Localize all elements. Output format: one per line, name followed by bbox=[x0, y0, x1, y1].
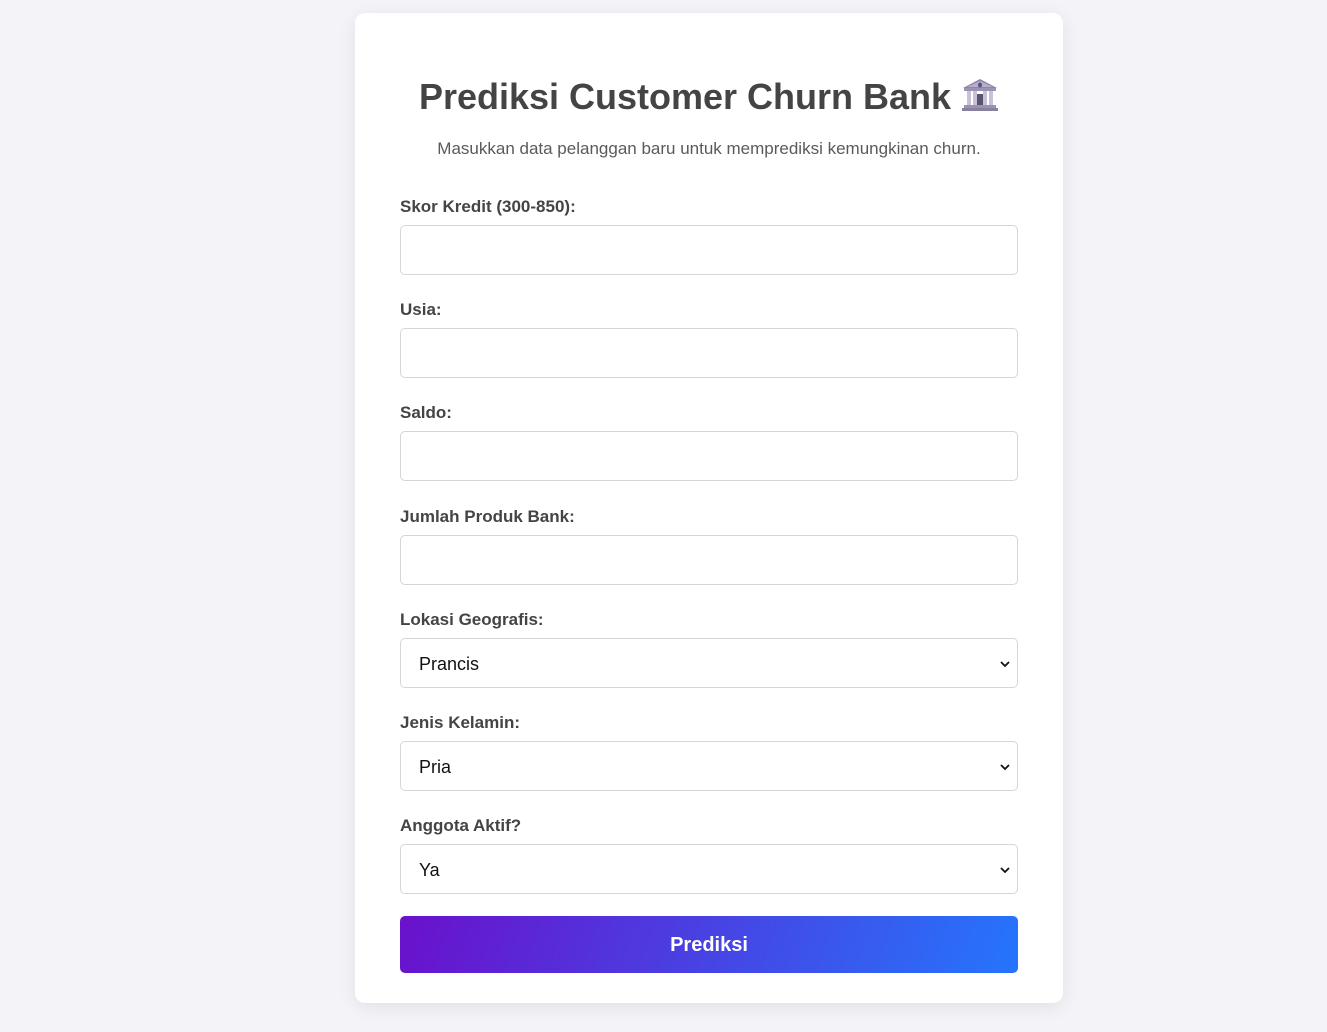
gender-select[interactable]: Pria bbox=[400, 741, 1018, 791]
balance-input[interactable] bbox=[400, 431, 1018, 481]
active-member-select[interactable]: Ya bbox=[400, 844, 1018, 894]
balance-label: Saldo: bbox=[400, 403, 452, 422]
geography-selected-value: Prancis bbox=[419, 654, 480, 674]
geography-label: Lokasi Geografis: bbox=[400, 610, 544, 629]
predict-button[interactable]: Prediksi bbox=[400, 916, 1018, 973]
active-member-selected-value: Ya bbox=[419, 860, 440, 880]
num-products-label: Jumlah Produk Bank: bbox=[400, 507, 575, 526]
age-field: Usia: bbox=[400, 299, 1018, 378]
age-label: Usia: bbox=[400, 300, 442, 319]
page-title: Prediksi Customer Churn Bank bbox=[400, 13, 1018, 117]
chevron-down-icon bbox=[1000, 661, 1010, 668]
gender-selected-value: Pria bbox=[419, 757, 452, 777]
prediction-card: Prediksi Customer Churn Bank Masukkan da… bbox=[355, 13, 1063, 1003]
page-subtitle: Masukkan data pelanggan baru untuk mempr… bbox=[437, 139, 981, 158]
geography-field: Lokasi Geografis: Prancis bbox=[400, 609, 1018, 688]
active-member-field: Anggota Aktif? Ya bbox=[400, 815, 1018, 894]
page-title-text: Prediksi Customer Churn Bank bbox=[418, 76, 952, 117]
credit-score-label: Skor Kredit (300-850): bbox=[400, 197, 576, 216]
gender-field: Jenis Kelamin: Pria bbox=[400, 712, 1018, 791]
chevron-down-icon bbox=[1000, 867, 1010, 874]
chevron-down-icon bbox=[1000, 764, 1010, 771]
balance-field: Saldo: bbox=[400, 402, 1018, 481]
num-products-field: Jumlah Produk Bank: bbox=[400, 506, 1018, 585]
num-products-input[interactable] bbox=[400, 535, 1018, 585]
credit-score-input[interactable] bbox=[400, 225, 1018, 275]
gender-label: Jenis Kelamin: bbox=[400, 713, 520, 732]
credit-score-field: Skor Kredit (300-850): bbox=[400, 196, 1018, 275]
bank-building-icon bbox=[961, 77, 999, 122]
age-input[interactable] bbox=[400, 328, 1018, 378]
geography-select[interactable]: Prancis bbox=[400, 638, 1018, 688]
active-member-label: Anggota Aktif? bbox=[400, 816, 522, 835]
